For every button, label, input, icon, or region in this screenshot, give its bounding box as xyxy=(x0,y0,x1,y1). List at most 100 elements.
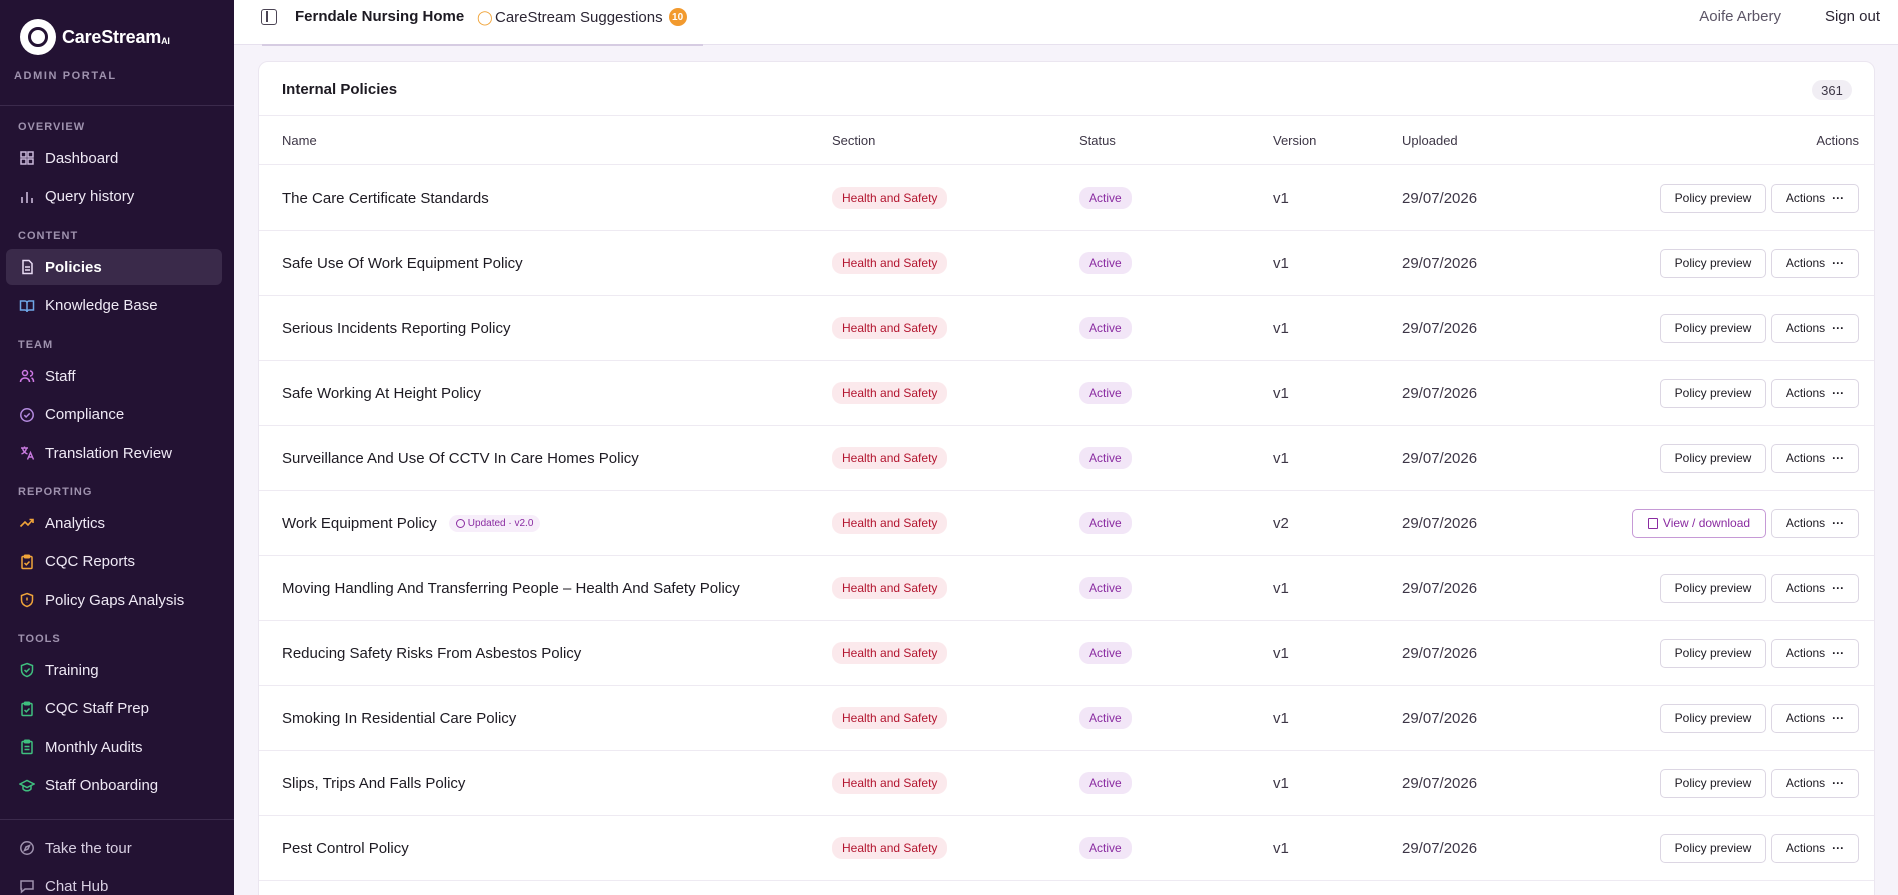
uploaded-date: 29/07/2026 xyxy=(1402,644,1478,662)
sidebar-section-reporting: REPORTING xyxy=(18,486,93,498)
actions-label: Actions xyxy=(1785,581,1826,595)
sidebar-item-staff[interactable]: Staff xyxy=(6,358,222,394)
sidebar-item-translation-review[interactable]: Translation Review xyxy=(6,435,222,471)
policy-preview-button[interactable]: Policy preview xyxy=(1660,768,1766,798)
policy-name[interactable]: Surveillance And Use Of CCTV In Care Hom… xyxy=(282,450,639,467)
user-name[interactable]: Aoife Arbery xyxy=(1699,8,1781,25)
table-row[interactable]: The Care Certificate Standards Health and… xyxy=(259,166,1874,231)
sidebar-item-cqc-staff-prep[interactable]: CQC Staff Prep xyxy=(6,691,222,727)
table-row[interactable]: Work Equipment Policy Updated · v2.0 Healt… xyxy=(259,491,1874,556)
sidebar-item-knowledge-base[interactable]: Knowledge Base xyxy=(6,288,222,324)
policy-name[interactable]: Serious Incidents Reporting Policy xyxy=(282,320,510,337)
shield-check-icon xyxy=(19,662,35,678)
sidebar-item-label: Chat Hub xyxy=(45,877,109,895)
sidebar-item-training[interactable]: Training xyxy=(6,652,222,688)
actions-menu-button[interactable]: Actions ··· xyxy=(1771,378,1859,408)
translate-icon xyxy=(19,445,35,461)
sidebar-item-monthly-audits[interactable]: Monthly Audits xyxy=(6,729,222,765)
policy-preview-button[interactable]: Policy preview xyxy=(1660,183,1766,213)
sidebar-item-dashboard[interactable]: Dashboard xyxy=(6,140,222,176)
policy-preview-button[interactable]: Policy preview xyxy=(1660,703,1766,733)
view-download-button[interactable]: View / download xyxy=(1632,508,1766,538)
compass-icon xyxy=(19,840,35,856)
sidebar-item-query-history[interactable]: Query history xyxy=(6,179,222,215)
policy-preview-button[interactable]: Policy preview xyxy=(1660,248,1766,278)
sidebar-item-label: Monthly Audits xyxy=(45,738,143,756)
status-badge: Active xyxy=(1079,642,1132,664)
column-header-section[interactable]: Section xyxy=(832,133,875,148)
version-cell: v1 xyxy=(1273,644,1289,662)
table-row[interactable]: Surveillance And Use Of CCTV In Care Hom… xyxy=(259,426,1874,491)
sidebar-item-staff-onboarding[interactable]: Staff Onboarding xyxy=(6,768,222,804)
policy-name[interactable]: Moving Handling And Transferring People … xyxy=(282,580,740,597)
policy-preview-button[interactable]: Policy preview xyxy=(1660,443,1766,473)
table-row[interactable]: Smoking In Residential Care Policy Health… xyxy=(259,686,1874,751)
version-cell: v1 xyxy=(1273,384,1289,402)
policy-name[interactable]: Safe Working At Height Policy xyxy=(282,385,481,402)
more-dots-icon: ··· xyxy=(1832,256,1845,270)
policy-name[interactable]: Safe Use Of Work Equipment Policy xyxy=(282,255,523,272)
section-badge: Health and Safety xyxy=(832,707,948,729)
sidebar-item-label: Compliance xyxy=(45,406,125,423)
sidebar-item-compliance[interactable]: Compliance xyxy=(6,397,222,433)
column-header-name[interactable]: Name xyxy=(282,133,317,148)
clipboard-list-icon xyxy=(19,739,35,755)
actions-menu-button[interactable]: Actions ··· xyxy=(1771,638,1859,668)
sidebar-item-take-the-tour[interactable]: Take the tour xyxy=(6,830,222,866)
column-header-uploaded[interactable]: Uploaded xyxy=(1402,133,1458,148)
policy-preview-button[interactable]: Policy preview xyxy=(1660,573,1766,603)
column-header-version[interactable]: Version xyxy=(1273,133,1316,148)
policy-preview-button[interactable]: Policy preview xyxy=(1660,313,1766,343)
uploaded-date: 29/07/2026 xyxy=(1402,319,1478,337)
sidebar-item-analytics[interactable]: Analytics xyxy=(6,505,222,541)
clipboard-check-icon xyxy=(19,700,35,717)
suggestions-count-badge: 10 xyxy=(668,8,687,26)
updated-badge: Updated · v2.0 xyxy=(448,514,541,532)
sidebar-item-cqc-reports[interactable]: CQC Reports xyxy=(6,544,222,580)
policy-name[interactable]: Slips, Trips And Falls Policy xyxy=(282,775,465,792)
policy-name[interactable]: Smoking In Residential Care Policy xyxy=(282,710,516,727)
actions-menu-button[interactable]: Actions ··· xyxy=(1771,508,1859,538)
policy-name[interactable]: Work Equipment Policy xyxy=(282,515,437,532)
column-header-status[interactable]: Status xyxy=(1079,133,1116,148)
actions-menu-button[interactable]: Actions ··· xyxy=(1771,183,1859,213)
table-row[interactable]: Safe Working At Height Policy Health and … xyxy=(259,361,1874,426)
table-row[interactable]: Reducing Safety Risks From Asbestos Poli… xyxy=(259,621,1874,686)
sidebar-item-chat-hub[interactable]: Chat Hub xyxy=(6,868,222,895)
actions-menu-button[interactable]: Actions ··· xyxy=(1771,443,1859,473)
actions-menu-button[interactable]: Actions ··· xyxy=(1771,833,1859,863)
actions-menu-button[interactable]: Actions ··· xyxy=(1771,768,1859,798)
uploaded-date: 29/07/2026 xyxy=(1402,189,1478,207)
dashboard-icon xyxy=(19,150,35,166)
policy-name[interactable]: The Care Certificate Standards xyxy=(282,190,489,207)
table-row[interactable]: Pest Control Policy Health and Safety Acti… xyxy=(259,816,1874,881)
policy-name[interactable]: Reducing Safety Risks From Asbestos Poli… xyxy=(282,645,581,662)
lightbulb-icon: ◯ xyxy=(477,9,493,25)
table-row[interactable]: Slips, Trips And Falls Policy Health and … xyxy=(259,751,1874,816)
actions-menu-button[interactable]: Actions ··· xyxy=(1771,248,1859,278)
status-badge: Active xyxy=(1079,187,1132,209)
actions-label: Actions xyxy=(1785,256,1826,270)
actions-menu-button[interactable]: Actions ··· xyxy=(1771,703,1859,733)
uploaded-date: 29/07/2026 xyxy=(1402,449,1478,467)
sidebar-toggle-icon[interactable] xyxy=(261,9,277,25)
divider xyxy=(0,105,234,106)
table-row[interactable]: Serious Incidents Reporting Policy Health… xyxy=(259,296,1874,361)
suggestions-button[interactable]: ◯ CareStream Suggestions 10 xyxy=(477,8,687,26)
actions-menu-button[interactable]: Actions ··· xyxy=(1771,313,1859,343)
policy-name[interactable]: Pest Control Policy xyxy=(282,840,409,857)
actions-label: Actions xyxy=(1785,646,1826,660)
policy-preview-button[interactable]: Policy preview xyxy=(1660,833,1766,863)
policy-preview-button[interactable]: Policy preview xyxy=(1660,378,1766,408)
sidebar-item-policy-gaps-analysis[interactable]: Policy Gaps Analysis xyxy=(6,582,222,618)
sidebar-section-team: TEAM xyxy=(18,339,54,351)
brand-logo[interactable]: CareStreamAI xyxy=(20,19,170,55)
sign-out-link[interactable]: Sign out xyxy=(1825,8,1880,25)
policy-preview-button[interactable]: Policy preview xyxy=(1660,638,1766,668)
table-row[interactable]: Moving Handling And Transferring People … xyxy=(259,556,1874,621)
sidebar-item-policies[interactable]: Policies xyxy=(6,249,222,285)
table-row[interactable]: Safe Use Of Work Equipment Policy Health … xyxy=(259,231,1874,296)
actions-menu-button[interactable]: Actions ··· xyxy=(1771,573,1859,603)
view-download-label: View / download xyxy=(1662,516,1751,530)
home-name[interactable]: Ferndale Nursing Home xyxy=(295,8,464,25)
